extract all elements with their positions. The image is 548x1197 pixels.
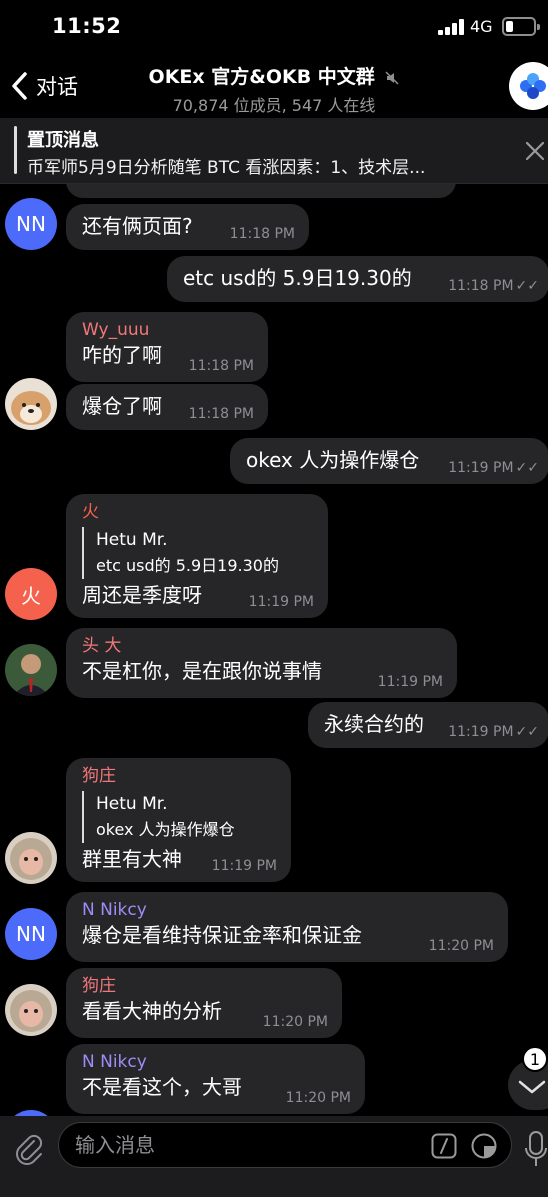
message-field[interactable] bbox=[58, 1122, 512, 1168]
network-label: 4G bbox=[470, 17, 493, 36]
message-time: 11:19 PM ✓✓ bbox=[448, 460, 539, 476]
signal-icon bbox=[438, 19, 464, 35]
message-bubble[interactable]: 火 Hetu Mr. etc usd的 5.9日19.30的 周还是季度呀 11… bbox=[66, 494, 328, 618]
pinned-title: 置顶消息 bbox=[27, 130, 99, 151]
message-time: 11:19 PM bbox=[248, 594, 314, 610]
sender-name[interactable]: 狗庄 bbox=[82, 968, 326, 997]
time-text: 11:19 PM bbox=[448, 724, 514, 740]
message-input[interactable] bbox=[75, 1123, 415, 1167]
battery-icon bbox=[502, 17, 540, 36]
sender-name[interactable]: 头 大 bbox=[82, 628, 441, 657]
group-avatar[interactable] bbox=[509, 62, 548, 110]
message-bubble[interactable]: 还有俩页面? 11:18 PM bbox=[66, 204, 309, 250]
sticker-icon[interactable] bbox=[471, 1133, 497, 1159]
read-ticks-icon: ✓✓ bbox=[515, 278, 539, 294]
sender-name[interactable]: N Nikcy bbox=[82, 1044, 349, 1073]
shiba-avatar-icon bbox=[5, 378, 57, 430]
time-text: 11:19 PM bbox=[448, 460, 514, 476]
avatar-initials: 火 bbox=[21, 583, 41, 608]
status-time: 11:52 bbox=[52, 14, 122, 38]
sender-name[interactable]: N Nikcy bbox=[82, 892, 492, 921]
message-time: 11:19 PM ✓✓ bbox=[448, 724, 539, 740]
message-time: 11:19 PM bbox=[211, 858, 277, 874]
pinned-text: 币军师5月9日分析随笔 BTC 看涨因素：1、技术层... bbox=[27, 158, 426, 178]
message-bubble[interactable]: 狗庄 看看大神的分析 11:20 PM bbox=[66, 968, 342, 1038]
back-button[interactable]: 对话 bbox=[10, 69, 78, 103]
monkey-avatar-icon bbox=[5, 984, 57, 1036]
message-time: 11:18 PM ✓✓ bbox=[448, 278, 539, 294]
message-bubble[interactable]: 头 大 不是杠你，是在跟你说事情 11:19 PM bbox=[66, 628, 457, 698]
reply-quote[interactable]: Hetu Mr. etc usd的 5.9日19.30的 bbox=[82, 527, 312, 579]
avatar[interactable]: NN bbox=[5, 198, 57, 250]
monkey-avatar-icon bbox=[5, 832, 57, 884]
reply-quote[interactable]: Hetu Mr. okex 人为操作爆仓 bbox=[82, 791, 275, 843]
back-label: 对话 bbox=[36, 75, 78, 99]
message-bubble-outgoing[interactable]: 永续合约的 11:19 PM ✓✓ bbox=[308, 702, 548, 748]
message-bubble-outgoing[interactable]: okex 人为操作爆仓 11:19 PM ✓✓ bbox=[230, 438, 548, 484]
chat-title-area[interactable]: OKEx 官方&OKB 中文群 70,874 位成员, 547 人在线 bbox=[130, 62, 418, 116]
message-time: 11:18 PM bbox=[229, 226, 295, 242]
status-bar: 11:52 4G bbox=[0, 0, 548, 52]
sender-name[interactable]: 火 bbox=[82, 494, 312, 523]
quote-text: okex 人为操作爆仓 bbox=[96, 820, 235, 839]
message-bubble[interactable]: N Nikcy 不是看这个，大哥 11:20 PM bbox=[66, 1044, 365, 1114]
message-bubble-outgoing[interactable]: etc usd的 5.9日19.30的 11:18 PM ✓✓ bbox=[167, 256, 548, 302]
quote-text: etc usd的 5.9日19.30的 bbox=[96, 556, 279, 575]
person-avatar-icon bbox=[5, 644, 57, 696]
input-bar bbox=[0, 1116, 548, 1197]
chat-subtitle: 70,874 位成员, 547 人在线 bbox=[172, 96, 376, 115]
message-bubble-partial bbox=[66, 184, 456, 198]
avatar[interactable]: NN bbox=[5, 908, 57, 960]
read-ticks-icon: ✓✓ bbox=[515, 460, 539, 476]
sender-name[interactable]: 狗庄 bbox=[82, 758, 275, 787]
time-text: 11:18 PM bbox=[448, 278, 514, 294]
message-bubble[interactable]: N Nikcy 爆仓是看维持保证金率和保证金 11:20 PM bbox=[66, 892, 508, 962]
message-time: 11:18 PM bbox=[188, 406, 254, 422]
chat-title: OKEx 官方&OKB 中文群 bbox=[148, 66, 375, 88]
read-ticks-icon: ✓✓ bbox=[515, 724, 539, 740]
avatar[interactable] bbox=[5, 644, 57, 696]
mute-icon bbox=[385, 70, 399, 85]
quote-author: Hetu Mr. bbox=[96, 530, 168, 550]
message-bubble[interactable]: 爆仓了啊 11:18 PM bbox=[66, 384, 268, 430]
avatar[interactable]: 火 bbox=[5, 568, 57, 620]
sender-name[interactable]: Wy_uuu bbox=[82, 312, 252, 341]
avatar[interactable] bbox=[5, 984, 57, 1036]
avatar-initials: NN bbox=[16, 212, 46, 236]
message-time: 11:20 PM bbox=[428, 938, 494, 954]
chevron-left-icon bbox=[12, 72, 27, 100]
message-time: 11:20 PM bbox=[262, 1014, 328, 1030]
message-bubble[interactable]: Wy_uuu 咋的了啊 11:18 PM bbox=[66, 312, 268, 382]
chat-header: 对话 OKEx 官方&OKB 中文群 70,874 位成员, 547 人在线 bbox=[0, 52, 548, 118]
close-icon[interactable] bbox=[524, 140, 546, 162]
message-time: 11:20 PM bbox=[285, 1090, 351, 1106]
message-time: 11:19 PM bbox=[377, 674, 443, 690]
attach-icon[interactable] bbox=[12, 1132, 46, 1166]
quote-author: Hetu Mr. bbox=[96, 794, 168, 814]
avatar[interactable] bbox=[5, 378, 57, 430]
avatar[interactable] bbox=[5, 832, 57, 884]
message-bubble[interactable]: 狗庄 Hetu Mr. okex 人为操作爆仓 群里有大神 11:19 PM bbox=[66, 758, 291, 882]
unread-badge: 1 bbox=[522, 1046, 548, 1072]
pinned-indicator bbox=[14, 126, 17, 174]
pinned-message[interactable]: 置顶消息 币军师5月9日分析随笔 BTC 看涨因素：1、技术层... bbox=[0, 118, 548, 184]
command-icon[interactable] bbox=[431, 1133, 457, 1159]
microphone-icon[interactable] bbox=[524, 1130, 548, 1168]
message-list[interactable]: NN 还有俩页面? 11:18 PM etc usd的 5.9日19.30的 1… bbox=[0, 184, 548, 1116]
okex-logo-icon bbox=[520, 73, 546, 99]
avatar-initials: NN bbox=[16, 922, 46, 946]
message-time: 11:18 PM bbox=[188, 358, 254, 374]
